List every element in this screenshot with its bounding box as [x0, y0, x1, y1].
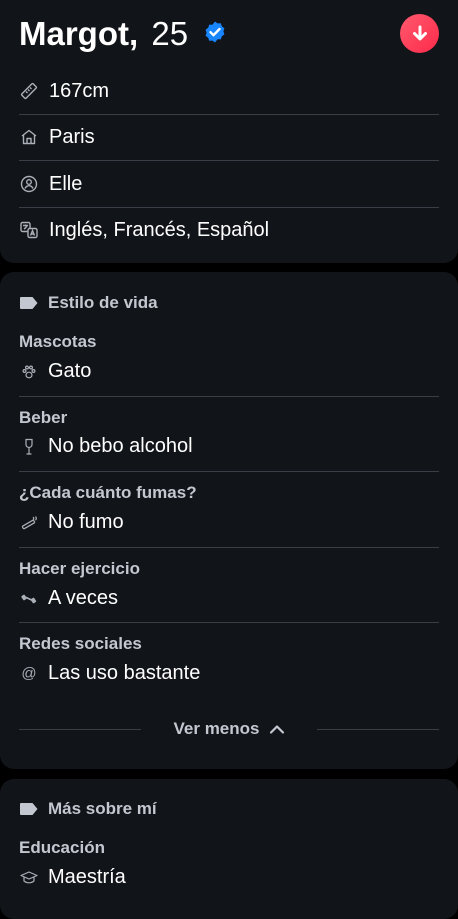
profile-header: Margot, 25	[0, 0, 458, 70]
dumbbell-icon	[19, 589, 39, 609]
location-value: Paris	[49, 125, 95, 148]
profile-title: Margot, 25	[19, 14, 227, 54]
languages-row: Inglés, Francés, Español	[19, 207, 439, 253]
height-row: 167cm	[19, 68, 439, 114]
show-less-label: Ver menos	[173, 719, 260, 738]
divider	[19, 471, 439, 472]
pronoun-value: Elle	[49, 172, 83, 195]
at-icon: @	[21, 665, 37, 682]
pets-value: Gato	[48, 360, 92, 382]
education-value: Maestría	[48, 866, 126, 888]
ruler-icon	[19, 81, 39, 101]
drinking-label: Beber	[19, 408, 68, 427]
social-media-value-row: @ Las uso bastante	[19, 662, 200, 685]
lifestyle-heading: Estilo de vida	[19, 293, 158, 313]
home-icon	[19, 127, 39, 147]
show-less-button[interactable]: Ver menos	[169, 718, 289, 740]
more-about-me-heading-text: Más sobre mí	[48, 799, 157, 818]
education-value-row: Maestría	[19, 866, 126, 889]
smoking-value: No fumo	[48, 511, 124, 533]
divider	[19, 547, 439, 548]
pronoun-row: Elle	[19, 161, 439, 207]
divider	[317, 729, 439, 730]
social-media-label: Redes sociales	[19, 634, 142, 653]
divider	[19, 396, 439, 397]
tag-icon	[19, 802, 39, 816]
basics-card: 167cm Paris Elle Inglés, Francés, Españo…	[0, 70, 458, 263]
graduation-cap-icon	[19, 868, 39, 888]
location-row: Paris	[19, 114, 439, 160]
more-about-me-card: Más sobre mí Educación Maestría	[0, 779, 458, 919]
smoking-icon	[19, 513, 39, 533]
languages-value: Inglés, Francés, Español	[49, 218, 270, 241]
lifestyle-heading-text: Estilo de vida	[48, 293, 158, 312]
height-value: 167cm	[49, 79, 110, 102]
exercise-value-row: A veces	[19, 587, 118, 610]
chevron-up-icon	[269, 723, 285, 735]
divider	[19, 729, 141, 730]
more-about-me-heading: Más sobre mí	[19, 799, 157, 819]
pronoun-icon	[19, 174, 39, 194]
pets-value-row: Gato	[19, 360, 91, 383]
paw-icon	[19, 362, 39, 382]
arrow-down-icon	[412, 25, 427, 40]
collapse-profile-button[interactable]	[400, 14, 439, 53]
social-media-value: Las uso bastante	[48, 662, 201, 684]
wine-glass-icon	[19, 437, 39, 457]
verified-badge-icon	[203, 13, 227, 53]
divider	[19, 622, 439, 623]
profile-age: 25	[151, 15, 189, 52]
drinking-value-row: No bebo alcohol	[19, 435, 193, 458]
exercise-value: A veces	[48, 587, 119, 609]
profile-name: Margot,	[19, 15, 139, 52]
drinking-value: No bebo alcohol	[48, 435, 193, 457]
smoking-label: ¿Cada cuánto fumas?	[19, 483, 197, 502]
pets-label: Mascotas	[19, 332, 97, 351]
lifestyle-card: Estilo de vida Mascotas Gato Beber No be…	[0, 272, 458, 769]
translate-icon	[19, 220, 39, 240]
smoking-value-row: No fumo	[19, 511, 124, 534]
education-label: Educación	[19, 838, 105, 857]
tag-icon	[19, 296, 39, 310]
exercise-label: Hacer ejercicio	[19, 559, 140, 578]
show-less-section: Ver menos	[19, 718, 439, 740]
